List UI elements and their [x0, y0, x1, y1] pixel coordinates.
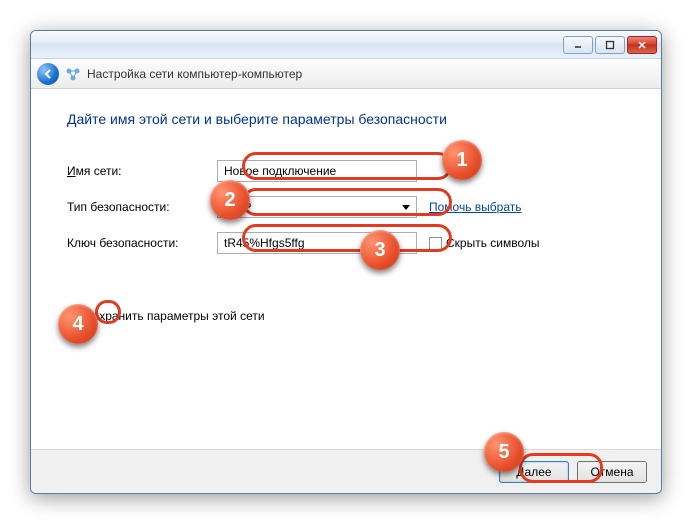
- next-button[interactable]: Далее: [499, 461, 569, 483]
- row-save-params: Сохранить параметры этой сети: [67, 309, 625, 323]
- dropdown-security-type[interactable]: WEP: [217, 196, 417, 218]
- dropdown-value: WEP: [224, 200, 251, 214]
- label-save-params: Сохранить параметры этой сети: [84, 309, 265, 323]
- cancel-button[interactable]: Отмена: [577, 461, 647, 483]
- close-button[interactable]: [627, 36, 657, 54]
- label-hide-chars: Скрыть символы: [446, 236, 540, 250]
- checkbox-save-params[interactable]: [67, 310, 80, 323]
- input-security-key[interactable]: tR45%Hfgs5ffg: [217, 232, 417, 254]
- minimize-button[interactable]: [563, 36, 593, 54]
- row-security-key: Ключ безопасности: tR45%Hfgs5ffg Скрыть …: [67, 225, 625, 261]
- label-security-key: Ключ безопасности:: [67, 236, 217, 250]
- link-help-choose[interactable]: Помочь выбрать: [429, 200, 522, 214]
- page-heading: Дайте имя этой сети и выберите параметры…: [67, 111, 625, 127]
- maximize-button[interactable]: [595, 36, 625, 54]
- navbar: Настройка сети компьютер-компьютер: [31, 59, 661, 89]
- row-network-name: Имя сети: Новое подключение: [67, 153, 625, 189]
- checkbox-hide-chars[interactable]: [429, 237, 442, 250]
- hide-chars-wrap: Скрыть символы: [429, 236, 540, 250]
- titlebar: [31, 31, 661, 59]
- wizard-window: Настройка сети компьютер-компьютер Дайте…: [30, 30, 662, 494]
- row-security-type: Тип безопасности: WEP Помочь выбрать: [67, 189, 625, 225]
- back-button[interactable]: [37, 63, 59, 85]
- label-security-type: Тип безопасности:: [67, 200, 217, 214]
- button-bar: Далее Отмена: [31, 449, 661, 493]
- input-network-name[interactable]: Новое подключение: [217, 160, 417, 182]
- label-network-name: Имя сети:: [67, 164, 217, 178]
- chevron-down-icon: [402, 205, 410, 210]
- content-area: Дайте имя этой сети и выберите параметры…: [31, 89, 661, 323]
- window-title: Настройка сети компьютер-компьютер: [87, 67, 302, 81]
- network-icon: [65, 66, 81, 82]
